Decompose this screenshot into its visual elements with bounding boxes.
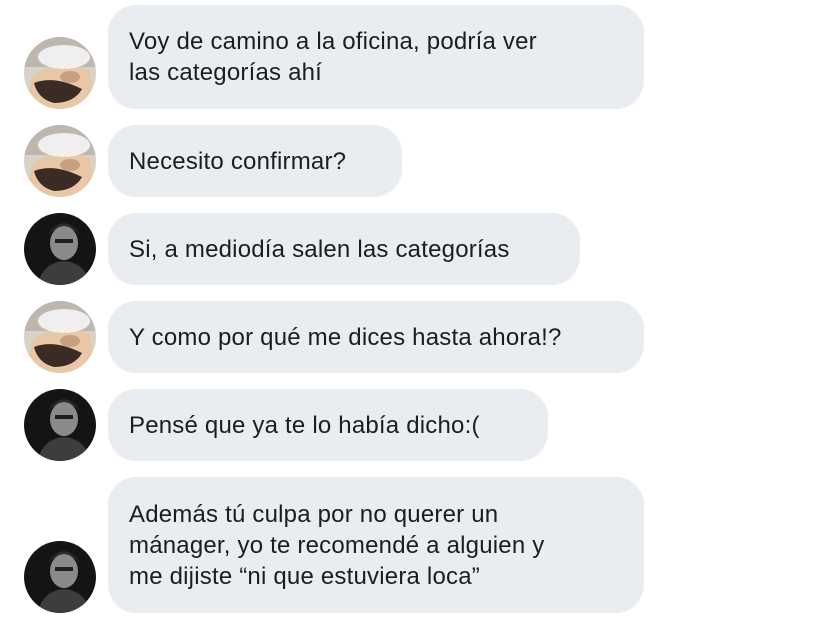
user-avatar[interactable] [24,541,96,613]
message-bubble[interactable]: Si, a mediodía salen las categorías [108,213,580,285]
light-portrait-icon [24,301,96,373]
light-portrait-icon [24,125,96,197]
message-bubble[interactable]: Además tú culpa por no querer un mánager… [108,477,644,613]
light-portrait-icon [24,37,96,109]
message-bubble[interactable]: Necesito confirmar? [108,125,402,197]
contact-avatar[interactable] [24,37,96,109]
message-thread: Voy de camino a la oficina, podría ver l… [0,0,828,621]
contact-avatar[interactable] [24,125,96,197]
user-avatar[interactable] [24,213,96,285]
dark-portrait-icon [24,541,96,613]
user-avatar[interactable] [24,389,96,461]
dark-portrait-icon [24,213,96,285]
message-bubble[interactable]: Voy de camino a la oficina, podría ver l… [108,5,644,109]
message-bubble[interactable]: Pensé que ya te lo había dicho:( [108,389,548,461]
message-bubble[interactable]: Y como por qué me dices hasta ahora!? [108,301,644,373]
contact-avatar[interactable] [24,301,96,373]
dark-portrait-icon [24,389,96,461]
